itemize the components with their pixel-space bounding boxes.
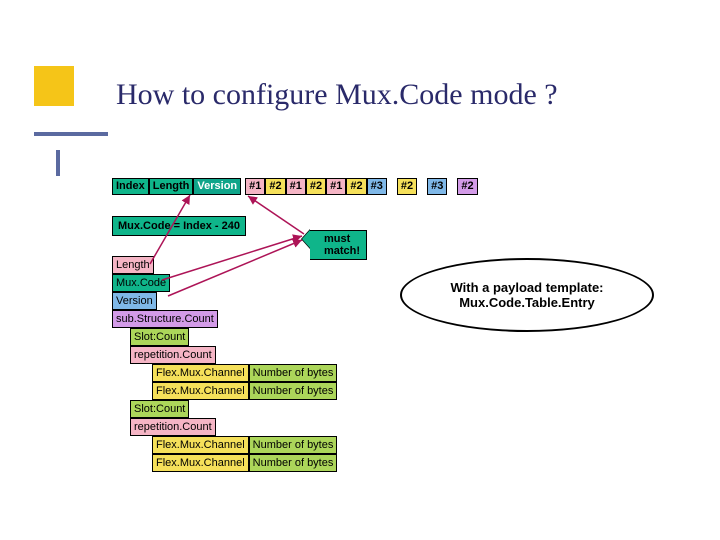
ellipse-line-2: Mux.Code.Table.Entry — [459, 295, 595, 310]
ellipse-line-1: With a payload template: — [450, 280, 603, 295]
bullet-horizontal-bar — [34, 132, 108, 136]
stack-version: Version — [112, 292, 157, 310]
slot-cell: #2 — [265, 178, 285, 195]
stack-numbytes: Number of bytes — [249, 364, 338, 382]
stack-numbytes: Number of bytes — [249, 382, 338, 400]
slot-cell: #3 — [427, 178, 447, 195]
stack-length: Length — [112, 256, 154, 274]
stack-substructurecount: sub.Structure.Count — [112, 310, 218, 328]
slot-cell: #1 — [286, 178, 306, 195]
slot-cell: #1 — [245, 178, 265, 195]
page-title: How to configure Mux.Code mode ? — [116, 78, 558, 112]
slot-cell: #2 — [346, 178, 366, 195]
slot-cell: #2 — [397, 178, 417, 195]
bullet-vertical-bar — [56, 150, 60, 176]
payload-template-ellipse: With a payload template: Mux.Code.Table.… — [400, 258, 654, 332]
stack-numbytes: Number of bytes — [249, 436, 338, 454]
stack-flexmuxchannel: Flex.Mux.Channel — [152, 382, 249, 400]
header-row: Index Length Version #1 #2 #1 #2 #1 #2 #… — [112, 178, 478, 195]
bullet-yellow-square — [34, 66, 74, 106]
stack-slotcount: Slot:Count — [130, 400, 189, 418]
header-version: Version — [193, 178, 241, 195]
template-stack: Length Mux.Code Version sub.Structure.Co… — [112, 256, 337, 472]
stack-repetitioncount: repetition.Count — [130, 346, 216, 364]
slot-cell: #2 — [457, 178, 477, 195]
formula-box: Mux.Code = Index - 240 — [112, 216, 246, 236]
stack-slotcount: Slot:Count — [130, 328, 189, 346]
header-index: Index — [112, 178, 149, 195]
slot-cell: #3 — [367, 178, 387, 195]
stack-flexmuxchannel: Flex.Mux.Channel — [152, 454, 249, 472]
stack-muxcode: Mux.Code — [112, 274, 170, 292]
stack-flexmuxchannel: Flex.Mux.Channel — [152, 364, 249, 382]
header-length: Length — [149, 178, 194, 195]
slot-cell: #1 — [326, 178, 346, 195]
stack-repetitioncount: repetition.Count — [130, 418, 216, 436]
stack-numbytes: Number of bytes — [249, 454, 338, 472]
slot-cell: #2 — [306, 178, 326, 195]
stack-flexmuxchannel: Flex.Mux.Channel — [152, 436, 249, 454]
